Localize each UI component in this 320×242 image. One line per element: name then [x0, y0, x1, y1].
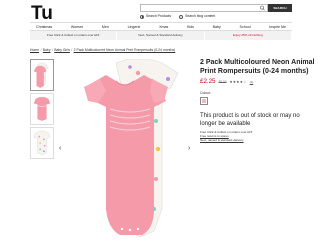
nav-item-men[interactable]: Men [102, 25, 109, 29]
colour-swatch[interactable] [200, 97, 208, 105]
breadcrumb-separator: / [51, 48, 53, 52]
radio-label: Search Products [146, 14, 172, 18]
thumbnail-list [30, 59, 54, 161]
chevron-right-icon[interactable]: › [188, 145, 190, 152]
radio-selected-icon [140, 14, 144, 19]
breadcrumb: Home/Baby/Baby Girls/2 Pack Multicoloure… [30, 48, 175, 52]
radio-search-products[interactable]: Search Products [140, 14, 171, 19]
promo-click-collect[interactable]: Free Click & Collect on orders over £15 [30, 31, 118, 40]
nav-item-kids[interactable]: Kids [187, 25, 194, 29]
promo-bar: Free Click & Collect on orders over £15 … [30, 31, 292, 40]
price-row: £2.25 £9.00 ★★★★☆ (1) [200, 78, 316, 85]
promo-delivery[interactable]: Next, Named & Standard delivery [117, 31, 205, 40]
swatch-fill [202, 99, 206, 103]
search-scope-options: Search Products Search blog content [140, 14, 215, 19]
product-main-image[interactable] [58, 59, 194, 240]
nav-item-lingerie[interactable]: Lingerie [128, 25, 141, 29]
promo-discount[interactable]: Enjoy 25% off clothing [205, 31, 292, 40]
delivery-info: Free Click & Collect on orders over £15 … [200, 130, 316, 142]
product-info: 2 Pack Multicoloured Neon Animal Print R… [200, 58, 316, 142]
breadcrumb-home[interactable]: Home [30, 48, 39, 52]
nav-item-xmas[interactable]: Xmas [159, 25, 168, 29]
product-title: 2 Pack Multicoloured Neon Animal Print R… [200, 59, 315, 75]
site-header: Tu SEARCH Search Products Search blog co… [0, 0, 320, 33]
tu-logo[interactable]: Tu [31, 2, 53, 22]
product-price: £2.25 [200, 78, 216, 85]
nav-item-inspire-me[interactable]: Inspire Me [269, 25, 286, 29]
breadcrumb-current: 2 Pack Multicoloured Neon Animal Print R… [73, 48, 176, 52]
reviews-link[interactable]: (1) [250, 80, 254, 84]
main-nav: Christmas Women Men Lingerie Xmas Kids B… [30, 22, 292, 31]
radio-unselected-icon [179, 14, 184, 19]
breadcrumb-separator: / [71, 48, 73, 52]
thumbnail-3[interactable] [30, 127, 54, 159]
radio-label: Search blog content [185, 14, 216, 18]
svg-text:Tu: Tu [31, 3, 53, 22]
nav-item-baby[interactable]: Baby [213, 25, 221, 29]
was-price: £9.00 [218, 79, 227, 84]
breadcrumb-separator: / [40, 48, 42, 52]
info-delivery[interactable]: Next, named & standard delivery [200, 138, 316, 142]
breadcrumb-baby-girls[interactable]: Baby Girls [54, 48, 70, 52]
search-button[interactable]: SEARCH [268, 4, 292, 12]
search-icon[interactable] [259, 5, 266, 11]
chevron-left-icon[interactable]: ‹ [59, 145, 61, 152]
out-of-stock-message: This product is out of stock or may no l… [200, 113, 300, 127]
breadcrumb-baby[interactable]: Baby [43, 48, 51, 52]
colour-label: Colour: [200, 91, 211, 95]
search-input[interactable] [140, 4, 268, 12]
nav-item-school[interactable]: School [240, 25, 251, 29]
thumbnail-2[interactable] [30, 93, 54, 125]
radio-search-blog[interactable]: Search blog content [179, 14, 215, 19]
nav-item-christmas[interactable]: Christmas [36, 25, 52, 29]
nav-item-women[interactable]: Women [71, 25, 83, 29]
thumbnail-1[interactable] [30, 59, 54, 91]
rating-stars-icon: ★★★★☆ [229, 79, 247, 84]
